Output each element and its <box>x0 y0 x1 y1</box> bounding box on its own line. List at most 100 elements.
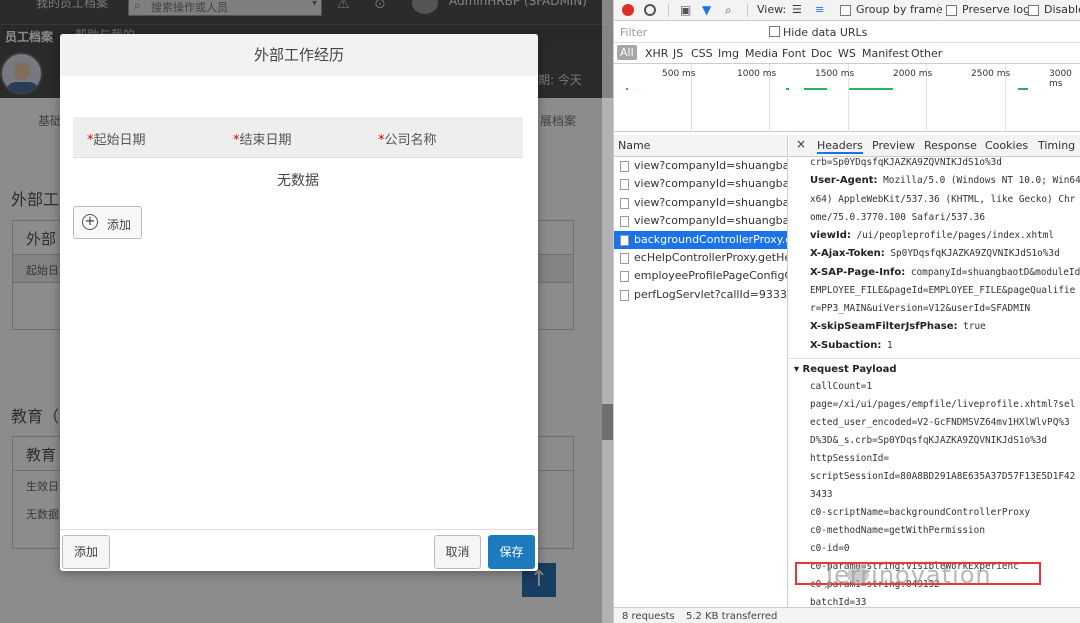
type-filter-doc[interactable]: Doc <box>811 47 832 60</box>
transferred-size: 5.2 KB transferred <box>686 611 778 622</box>
header-line: ome/75.0.3770.100 Safari/537.36 <box>810 211 985 223</box>
type-filter-all[interactable]: All <box>617 45 637 60</box>
type-filter-manifest[interactable]: Manifest <box>862 47 909 60</box>
record-icon[interactable] <box>622 4 634 16</box>
preserve-log-checkbox[interactable] <box>946 5 957 16</box>
dialog-table-header: *起始日期 *结束日期 *公司名称 <box>73 117 523 158</box>
tab-cookies[interactable]: Cookies <box>985 139 1028 152</box>
request-row[interactable]: view?companyId=shuangbaot... <box>614 175 787 193</box>
request-name: view?companyId=shuangbaot... <box>634 159 787 172</box>
header-line: X-SAP-Page-Info: companyId=shuangbaotD&m… <box>810 266 1080 278</box>
file-icon <box>620 161 629 172</box>
hide-data-urls-checkbox[interactable] <box>769 26 780 37</box>
request-row[interactable]: view?companyId=shuangbaot... <box>614 157 787 175</box>
filter-input[interactable]: Filter <box>620 26 647 39</box>
payload-line: page=/xi/ui/pages/empfile/liveprofile.xh… <box>810 398 1076 410</box>
dialog-title: 外部工作经历 <box>60 34 538 76</box>
footer-add-button[interactable]: 添加 <box>62 535 110 569</box>
type-filter-css[interactable]: CSS <box>691 47 713 60</box>
type-filter-xhr[interactable]: XHR <box>645 47 668 60</box>
timeline-tick: 500 ms <box>662 69 696 79</box>
disable-cache-checkbox[interactable] <box>1028 5 1039 16</box>
page-scrollbar[interactable] <box>602 0 613 623</box>
column-name-header[interactable]: Name <box>614 135 787 157</box>
file-icon <box>620 179 629 191</box>
file-icon <box>620 289 629 301</box>
header-line: X-Subaction: 1 <box>810 339 893 351</box>
devtools-network-panel: ▣ ▼ ⌕ View: ☰ ≡ Group by frame Preserve … <box>613 0 1080 623</box>
timeline-tick: 2500 ms <box>971 69 1011 79</box>
type-filter-other[interactable]: Other <box>911 47 942 60</box>
scrollbar-thumb[interactable] <box>602 404 613 440</box>
disable-cache-label: Disable <box>1044 3 1080 16</box>
request-name: perfLogServlet?callId=933325... <box>634 287 787 301</box>
timeline-bar <box>849 88 893 90</box>
header-line: r=PP3_MAIN&uiVersion=V12&userId=SFADMIN <box>810 303 1031 314</box>
request-row[interactable]: backgroundControllerProxy.ge... <box>614 230 787 249</box>
tab-headers[interactable]: Headers <box>817 139 863 154</box>
preserve-log-label: Preserve log <box>962 3 1031 16</box>
file-icon <box>620 216 629 228</box>
network-timeline[interactable]: 500 ms 1000 ms 1500 ms 2000 ms 2500 ms 3… <box>614 64 1080 132</box>
request-row[interactable]: employeeProfilePageConfigCo... <box>614 267 787 285</box>
group-by-frame-label: Group by frame <box>856 3 943 16</box>
type-filter-js[interactable]: JS <box>673 47 683 60</box>
header-line: EMPLOYEE_FILE&pageId=EMPLOYEE_FILE&pageQ… <box>810 284 1076 296</box>
cancel-button[interactable]: 取消 <box>434 535 481 569</box>
timeline-tick: 2000 ms <box>893 69 933 79</box>
camera-icon[interactable]: ▣ <box>680 3 691 17</box>
column-company-name: *公司名称 <box>378 133 437 148</box>
clear-icon[interactable] <box>644 4 656 16</box>
add-row-button[interactable]: + 添加 <box>73 206 142 239</box>
request-name: backgroundControllerProxy.ge... <box>634 232 787 246</box>
tab-response[interactable]: Response <box>924 139 977 152</box>
type-filter-media[interactable]: Media <box>745 47 778 60</box>
payload-line: scriptSessionId=80A8BD291A8E635A37D57F13… <box>810 471 1076 482</box>
timeline-tick: 1000 ms <box>737 69 777 79</box>
type-filter-ws[interactable]: WS <box>838 47 856 60</box>
list-view-icon[interactable]: ☰ <box>792 3 802 16</box>
request-detail: × Headers Preview Response Cookies Timin… <box>789 135 1080 607</box>
tab-preview[interactable]: Preview <box>872 139 915 152</box>
waterfall-view-icon[interactable]: ≡ <box>815 3 824 16</box>
timeline-bar <box>1018 88 1028 90</box>
header-line: x64) AppleWebKit/537.36 (KHTML, like Gec… <box>810 193 1076 205</box>
file-icon <box>620 197 629 209</box>
close-icon[interactable]: × <box>796 137 806 151</box>
request-row[interactable]: view?companyId=shuangbaot... <box>614 212 787 230</box>
filter-icon[interactable]: ▼ <box>702 3 711 17</box>
request-row[interactable]: ecHelpControllerProxy.getHel... <box>614 249 787 267</box>
request-name: view?companyId=shuangbaot... <box>634 214 787 228</box>
request-payload-title[interactable]: ▾ Request Payload <box>794 364 896 375</box>
file-icon <box>620 271 629 283</box>
network-toolbar: ▣ ▼ ⌕ View: ☰ ≡ Group by frame Preserve … <box>614 0 1080 21</box>
payload-line: c0-scriptName=backgroundControllerProxy <box>810 507 1031 519</box>
add-row-label: 添加 <box>107 218 132 232</box>
type-filter-font[interactable]: Font <box>782 47 806 60</box>
payload-line: 3433 <box>810 489 833 501</box>
status-bar: 8 requests 5.2 KB transferred <box>614 607 1080 623</box>
header-line: X-skipSeamFilterJsfPhase: true <box>810 321 986 333</box>
request-row[interactable]: view?companyId=shuangbaot... <box>614 194 787 212</box>
plus-circle-icon: + <box>82 214 98 230</box>
payload-line: ected_user_encoded=V2-GcFNDMSVZ64mv1HXlW… <box>810 416 1070 428</box>
group-by-frame-checkbox[interactable] <box>840 5 851 16</box>
payload-line: httpSessionId= <box>810 452 890 464</box>
header-line: viewId: /ui/peopleprofile/pages/index.xh… <box>810 230 1055 241</box>
timeline-tick: 1500 ms <box>815 69 855 79</box>
tab-timing[interactable]: Timing <box>1038 139 1075 152</box>
request-name: employeeProfilePageConfigCo... <box>634 269 787 283</box>
request-row[interactable]: perfLogServlet?callId=933325... <box>614 286 787 304</box>
header-line: X-Ajax-Token: Sp0YDqsfqKJAZKA9ZQVNIKJdS1… <box>810 248 1060 260</box>
request-name: view?companyId=shuangbaot... <box>634 177 787 191</box>
view-label: View: <box>757 3 787 16</box>
hide-data-urls-label: Hide data URLs <box>783 26 868 39</box>
payload-line: batchId=33 <box>810 597 867 607</box>
dialog-footer: 添加 取消 保存 <box>60 529 538 571</box>
type-filter-img[interactable]: Img <box>718 47 739 60</box>
timeline-bar <box>786 88 789 90</box>
request-name: view?companyId=shuangbaot... <box>634 195 787 209</box>
dialog-empty-text: 无数据 <box>277 173 319 189</box>
save-button[interactable]: 保存 <box>488 535 535 569</box>
search-icon[interactable]: ⌕ <box>725 3 732 18</box>
